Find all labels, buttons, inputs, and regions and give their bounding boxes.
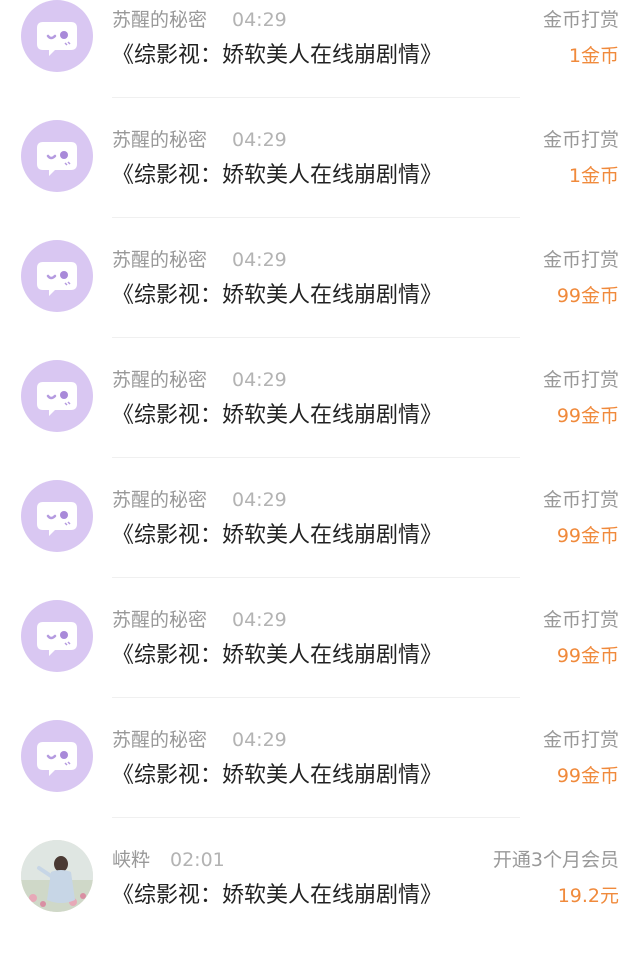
list-item[interactable]: 苏醒的秘密 04:29 《综影视：娇软美人在线崩剧情》 金币打赏 99金币 <box>0 218 640 338</box>
book-title[interactable]: 《综影视：娇软美人在线崩剧情》 <box>112 42 442 70</box>
list-item[interactable]: 峡粋 02:01 《综影视：娇软美人在线崩剧情》 开通3个月会员 19.2元 <box>0 818 640 938</box>
sender-name: 苏醒的秘密 <box>112 609 208 631</box>
record-time: 04:29 <box>232 9 287 31</box>
book-title[interactable]: 《综影视：娇软美人在线崩剧情》 <box>112 162 442 190</box>
record-time: 04:29 <box>232 249 287 271</box>
chat-bubble-icon[interactable] <box>21 240 93 312</box>
record-time: 02:01 <box>170 849 225 871</box>
record-type: 开通3个月会员 <box>492 849 619 871</box>
record-time: 04:29 <box>232 609 287 631</box>
chat-bubble-icon[interactable] <box>21 600 93 672</box>
book-title[interactable]: 《综影视：娇软美人在线崩剧情》 <box>112 762 442 790</box>
record-amount: 99金币 <box>556 405 619 427</box>
chat-bubble-icon[interactable] <box>21 480 93 552</box>
record-type: 金币打赏 <box>542 489 619 511</box>
record-type: 金币打赏 <box>542 129 619 151</box>
record-time: 04:29 <box>232 129 287 151</box>
list-item[interactable]: 苏醒的秘密 04:29 《综影视：娇软美人在线崩剧情》 金币打赏 99金币 <box>0 698 640 818</box>
list-item[interactable]: 苏醒的秘密 04:29 《综影视：娇软美人在线崩剧情》 金币打赏 99金币 <box>0 578 640 698</box>
record-type: 金币打赏 <box>542 729 619 751</box>
record-type: 金币打赏 <box>542 249 619 271</box>
record-amount: 1金币 <box>568 165 619 187</box>
book-title[interactable]: 《综影视：娇软美人在线崩剧情》 <box>112 522 442 550</box>
sender-name: 峡粋 <box>112 849 151 871</box>
chat-bubble-icon[interactable] <box>21 0 93 72</box>
chat-bubble-icon[interactable] <box>21 720 93 792</box>
sender-name: 苏醒的秘密 <box>112 489 208 511</box>
sender-name: 苏醒的秘密 <box>112 729 208 751</box>
chat-bubble-icon[interactable] <box>21 120 93 192</box>
reward-record-list: 苏醒的秘密 04:29 《综影视：娇软美人在线崩剧情》 金币打赏 1金币 苏醒的… <box>0 0 640 959</box>
record-type: 金币打赏 <box>542 609 619 631</box>
user-photo-avatar[interactable] <box>21 840 93 912</box>
record-amount: 1金币 <box>568 45 619 67</box>
sender-name: 苏醒的秘密 <box>112 9 208 31</box>
book-title[interactable]: 《综影视：娇软美人在线崩剧情》 <box>112 402 442 430</box>
sender-name: 苏醒的秘密 <box>112 129 208 151</box>
record-amount: 99金币 <box>556 765 619 787</box>
sender-name: 苏醒的秘密 <box>112 369 208 391</box>
record-amount: 99金币 <box>556 525 619 547</box>
record-time: 04:29 <box>232 489 287 511</box>
chat-bubble-icon[interactable] <box>21 360 93 432</box>
list-item[interactable]: 苏醒的秘密 04:29 《综影视：娇软美人在线崩剧情》 金币打赏 1金币 <box>0 98 640 218</box>
book-title[interactable]: 《综影视：娇软美人在线崩剧情》 <box>112 882 442 910</box>
record-type: 金币打赏 <box>542 9 619 31</box>
list-item[interactable]: 苏醒的秘密 04:29 《综影视：娇软美人在线崩剧情》 金币打赏 1金币 <box>0 0 640 98</box>
list-item[interactable]: 苏醒的秘密 04:29 《综影视：娇软美人在线崩剧情》 金币打赏 99金币 <box>0 458 640 578</box>
sender-name: 苏醒的秘密 <box>112 249 208 271</box>
list-item[interactable]: 苏醒的秘密 04:29 《综影视：娇软美人在线崩剧情》 金币打赏 99金币 <box>0 338 640 458</box>
record-amount: 19.2元 <box>557 885 619 907</box>
book-title[interactable]: 《综影视：娇软美人在线崩剧情》 <box>112 282 442 310</box>
record-time: 04:29 <box>232 729 287 751</box>
record-time: 04:29 <box>232 369 287 391</box>
record-amount: 99金币 <box>556 645 619 667</box>
book-title[interactable]: 《综影视：娇软美人在线崩剧情》 <box>112 642 442 670</box>
record-amount: 99金币 <box>556 285 619 307</box>
record-type: 金币打赏 <box>542 369 619 391</box>
